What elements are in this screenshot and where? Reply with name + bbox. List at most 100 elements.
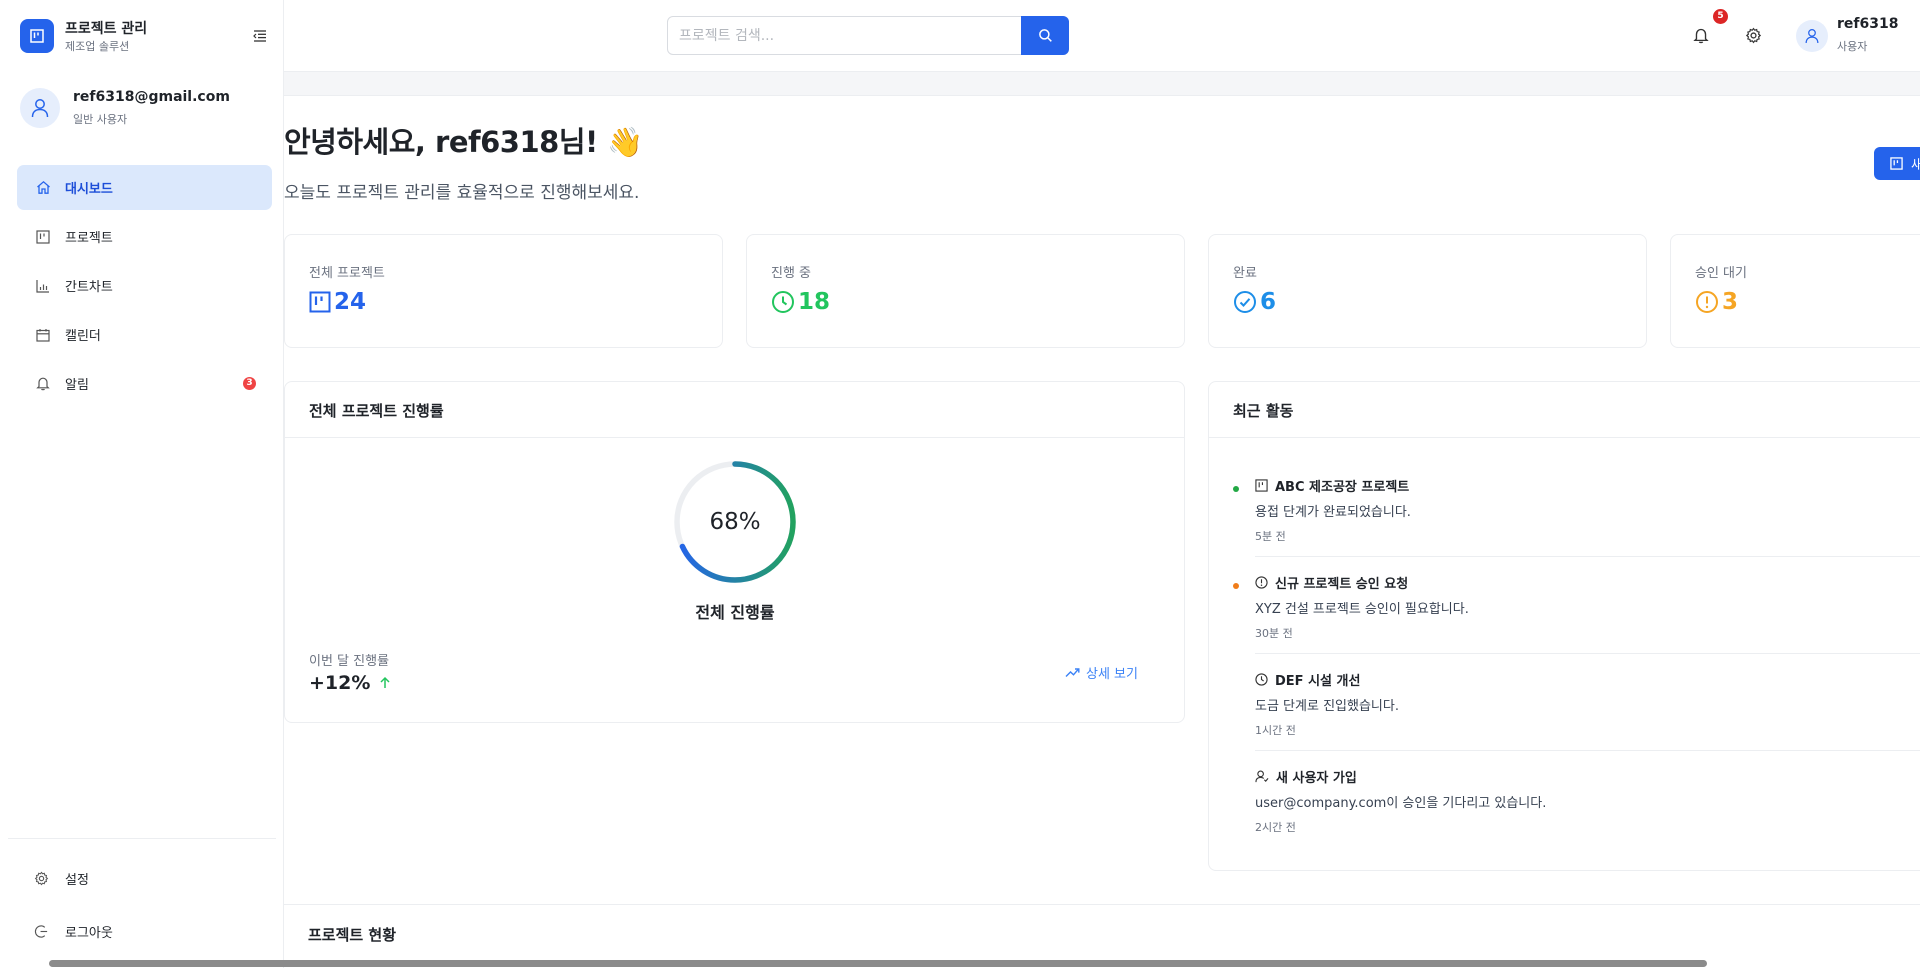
activity-divider xyxy=(1255,653,1920,654)
user-icon xyxy=(1805,29,1819,44)
section-divider xyxy=(284,904,1920,905)
search-box xyxy=(667,16,1069,55)
stat-card-completed: 완료 6 xyxy=(1208,234,1647,348)
progress-percent: 68% xyxy=(709,509,761,535)
panel-header: 최근 활동 xyxy=(1209,382,1920,438)
menu-fold-icon xyxy=(253,30,266,42)
arrow-up-icon xyxy=(380,676,390,688)
sidebar-item-label: 프로젝트 xyxy=(65,231,113,246)
brand-logo-icon xyxy=(20,19,54,53)
stat-value: 3 xyxy=(1722,289,1739,315)
activity-divider xyxy=(1255,750,1920,751)
gear-icon xyxy=(1745,27,1761,43)
activity-divider xyxy=(1255,556,1920,557)
activity-title: 신규 프로젝트 승인 요청 xyxy=(1275,577,1409,592)
activity-time: 30분 전 xyxy=(1255,627,1293,640)
progress-panel: 전체 프로젝트 진행률 68% 전체 진행률 이번 달 진행률 +12% 상세 … xyxy=(284,381,1185,723)
stat-value: 24 xyxy=(334,289,367,315)
new-project-label: 새 xyxy=(1911,158,1920,173)
bell-icon xyxy=(1693,28,1709,43)
activity-description: user@company.com이 승인을 기다리고 있습니다. xyxy=(1255,796,1547,811)
activity-dot xyxy=(1233,583,1239,589)
stat-label: 전체 프로젝트 xyxy=(309,266,385,281)
sidebar-nav: 대시보드 프로젝트 간트차트 캘린더 알림 3 xyxy=(17,165,272,410)
search-button[interactable] xyxy=(1021,16,1069,55)
user-email: ref6318@gmail.com xyxy=(73,89,230,105)
project-icon xyxy=(309,291,331,313)
notification-count-badge: 5 xyxy=(1713,9,1728,24)
detail-link-label: 상세 보기 xyxy=(1086,667,1138,682)
sidebar-item-label: 대시보드 xyxy=(65,182,113,197)
header-username: ref6318 xyxy=(1837,16,1899,32)
activity-time: 1시간 전 xyxy=(1255,724,1296,737)
month-progress-label: 이번 달 진행률 xyxy=(309,654,390,669)
header-userrole: 사용자 xyxy=(1837,40,1868,53)
project-icon xyxy=(1255,479,1268,492)
bar-chart-icon xyxy=(35,278,51,294)
top-band xyxy=(284,72,1920,96)
avatar xyxy=(1796,20,1828,52)
activity-description: 용접 단계가 완료되었습니다. xyxy=(1255,505,1411,520)
check-circle-icon xyxy=(1234,291,1256,313)
stat-label: 완료 xyxy=(1233,266,1257,281)
horizontal-scrollbar[interactable] xyxy=(49,960,1707,967)
progress-label: 전체 진행률 xyxy=(695,603,775,622)
activity-title: 새 사용자 가입 xyxy=(1276,771,1357,786)
activity-dot xyxy=(1233,486,1239,492)
stat-value: 18 xyxy=(798,289,831,315)
stat-label: 승인 대기 xyxy=(1695,266,1747,281)
top-header: 5 ref6318 사용자 xyxy=(284,0,1920,72)
clock-icon xyxy=(772,291,794,313)
page-subtitle: 오늘도 프로젝트 관리를 효율적으로 진행해보세요. xyxy=(284,183,640,203)
settings-label: 설정 xyxy=(65,873,89,888)
activity-description: XYZ 건설 프로젝트 승인이 필요합니다. xyxy=(1255,602,1469,617)
activity-panel: 최근 활동 ABC 제조공장 프로젝트 용접 단계가 완료되었습니다. 5분 전… xyxy=(1208,381,1920,871)
project-icon xyxy=(1890,157,1903,170)
trend-up-icon xyxy=(1065,668,1080,677)
section-title: 프로젝트 현황 xyxy=(308,926,397,944)
sidebar-item-label: 캘린더 xyxy=(65,329,101,344)
activity-title: ABC 제조공장 프로젝트 xyxy=(1275,480,1410,495)
settings-button[interactable]: 설정 xyxy=(34,869,89,888)
brand: 프로젝트 관리 제조업 솔루션 xyxy=(20,18,270,54)
home-icon xyxy=(35,180,51,196)
user-role: 일반 사용자 xyxy=(73,113,128,126)
sidebar: 프로젝트 관리 제조업 솔루션 ref6318@gmail.com 일반 사용자… xyxy=(0,0,284,968)
detail-link[interactable]: 상세 보기 xyxy=(1065,663,1138,682)
logout-label: 로그아웃 xyxy=(65,926,113,941)
page-title: 안녕하세요, ref6318님! 👋 xyxy=(284,125,643,159)
user-icon xyxy=(31,99,49,118)
sidebar-item-projects[interactable]: 프로젝트 xyxy=(17,214,272,259)
stat-card-total: 전체 프로젝트 24 xyxy=(284,234,723,348)
activity-time: 5분 전 xyxy=(1255,530,1286,543)
search-input[interactable] xyxy=(668,17,1018,54)
sidebar-item-dashboard[interactable]: 대시보드 xyxy=(17,165,272,210)
activity-time: 2시간 전 xyxy=(1255,821,1296,834)
alert-circle-icon xyxy=(1255,576,1268,589)
month-progress-value: +12% xyxy=(309,672,371,694)
sidebar-item-notifications[interactable]: 알림 3 xyxy=(17,361,272,406)
header-user-menu[interactable]: ref6318 사용자 xyxy=(1796,16,1920,54)
sidebar-user-card[interactable]: ref6318@gmail.com 일반 사용자 xyxy=(20,86,270,130)
sidebar-item-label: 간트차트 xyxy=(65,280,113,295)
notification-badge: 3 xyxy=(243,377,256,390)
panel-title: 최근 활동 xyxy=(1233,402,1294,420)
sidebar-item-gantt[interactable]: 간트차트 xyxy=(17,263,272,308)
notification-button[interactable] xyxy=(1690,24,1712,46)
stat-value: 6 xyxy=(1260,289,1277,315)
avatar xyxy=(20,88,60,128)
gear-icon xyxy=(34,871,49,886)
brand-title: 프로젝트 관리 xyxy=(65,21,148,37)
calendar-icon xyxy=(35,327,51,343)
new-project-button[interactable]: 새 xyxy=(1874,147,1920,180)
logout-button[interactable]: 로그아웃 xyxy=(34,922,113,941)
settings-header-button[interactable] xyxy=(1742,24,1764,46)
stat-label: 진행 중 xyxy=(771,266,812,281)
sidebar-item-calendar[interactable]: 캘린더 xyxy=(17,312,272,357)
activity-title: DEF 시설 개선 xyxy=(1275,674,1361,689)
panel-header: 전체 프로젝트 진행률 xyxy=(285,382,1184,438)
brand-subtitle: 제조업 솔루션 xyxy=(65,40,130,53)
collapse-sidebar-button[interactable] xyxy=(250,26,270,46)
alert-circle-icon xyxy=(1696,291,1718,313)
stat-card-in-progress: 진행 중 18 xyxy=(746,234,1185,348)
